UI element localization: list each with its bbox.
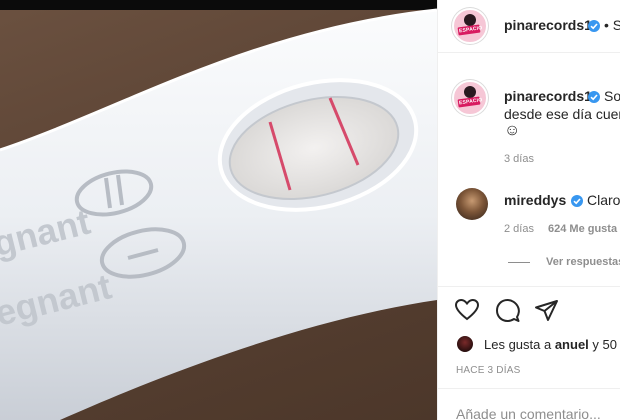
caption-text-line1: So (604, 88, 620, 104)
heart-icon[interactable] (454, 298, 480, 322)
comments-panel: ESPACIO pinarecords1 • S ESPACIO pinarec… (437, 0, 620, 420)
verified-icon (588, 20, 600, 32)
comment-box-divider (438, 388, 620, 389)
caption-text-line2: desde ese día cuen (504, 106, 620, 122)
liker-avatar[interactable] (456, 335, 474, 353)
replies-dash (508, 262, 530, 263)
view-replies-link[interactable]: Ver respuestas (546, 256, 620, 268)
paper-plane-icon[interactable] (534, 298, 560, 324)
comment-icon[interactable] (495, 298, 521, 324)
follow-link[interactable]: • S (604, 17, 620, 33)
post-time[interactable]: HACE 3 DÍAS (456, 365, 520, 376)
header-avatar[interactable]: ESPACIO (452, 8, 488, 44)
comment-time[interactable]: 2 días (504, 223, 534, 235)
avatar-logo: ESPACIO (457, 24, 483, 36)
header-divider (438, 52, 620, 53)
verified-icon (571, 195, 583, 207)
header-username[interactable]: pinarecords1 (504, 17, 592, 33)
pregnancy-test-image: gnant egnant (0, 8, 437, 420)
comment-avatar[interactable] (456, 188, 488, 220)
caption-time[interactable]: 3 días (504, 153, 534, 165)
likes-summary[interactable]: Les gusta a anuel y 50 (484, 337, 617, 352)
caption-emoji: ☺ (504, 122, 521, 139)
avatar-logo: ESPACIO (457, 96, 483, 108)
comment-username[interactable]: mireddys (504, 192, 566, 208)
add-comment-input[interactable]: Añade un comentario... (456, 406, 601, 420)
comment-likes[interactable]: 624 Me gusta (548, 223, 617, 235)
post-photo[interactable]: gnant egnant (0, 0, 437, 420)
verified-icon (588, 91, 600, 103)
caption-username[interactable]: pinarecords1 (504, 88, 592, 104)
caption-avatar[interactable]: ESPACIO (452, 80, 488, 116)
comment-text: Claro (587, 192, 620, 208)
actions-divider (438, 286, 620, 287)
